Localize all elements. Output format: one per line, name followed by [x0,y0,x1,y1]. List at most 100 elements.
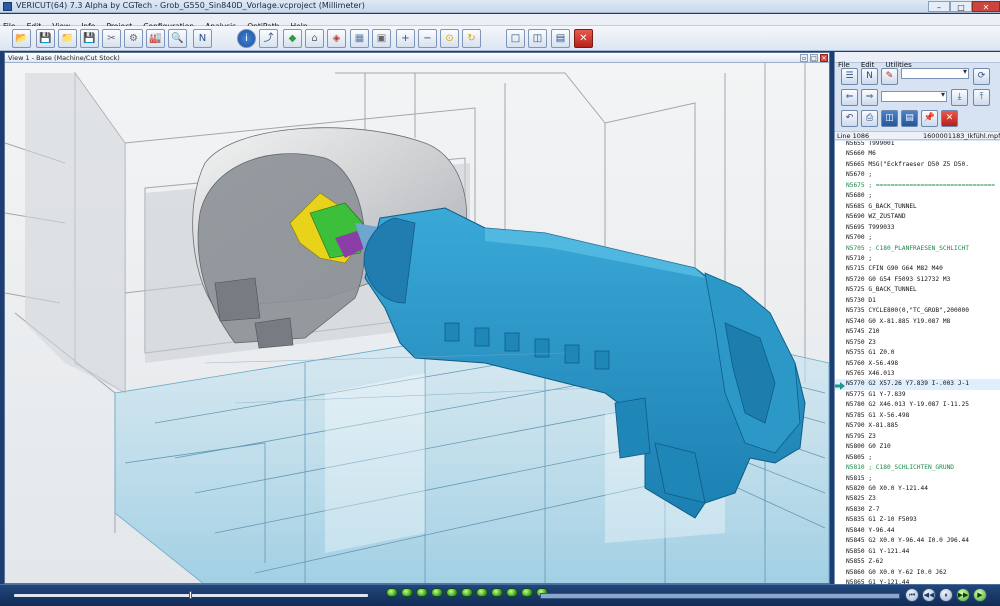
layout-single-icon[interactable]: □ [506,29,525,48]
code-line[interactable]: N5700 ; [835,233,1000,243]
fit-icon[interactable]: ⊙ [440,29,459,48]
code-line[interactable]: N5810 ; C180_SCHLICHTEN_GRUND [835,463,1000,473]
nc-list-icon[interactable]: ☰ [841,68,858,85]
code-line[interactable]: N5795 Z3 [835,432,1000,442]
search-up-icon[interactable]: ⤒ [973,89,990,106]
code-line[interactable]: N5705 ; C180_PLANFRAESEN_SCHLICHT [835,244,1000,254]
status-led [521,588,533,597]
zoom-in-icon[interactable]: + [396,29,415,48]
play-button[interactable]: ▶ [973,588,987,602]
code-line[interactable]: N5775 G1 Y-7.839 [835,390,1000,400]
step-back-icon[interactable]: ⇐ [841,89,858,106]
fixture-icon[interactable]: ▣ [372,29,391,48]
step-forward-icon[interactable]: ⇒ [861,89,878,106]
code-line[interactable]: N5790 X-81.885 [835,421,1000,431]
code-line[interactable]: N5760 X-56.498 [835,359,1000,369]
view-maximize-button[interactable]: □ [810,54,818,62]
code-line[interactable]: N5745 Z10 [835,327,1000,337]
nc-edit-icon[interactable]: ✎ [881,68,898,85]
nc-program-icon[interactable]: N [193,29,212,48]
nc-search-combo[interactable] [881,90,947,102]
code-line[interactable]: N5805 ; [835,453,1000,463]
code-line[interactable]: N5695 T999033 [835,223,1000,233]
optipath-icon[interactable]: ◆ [283,29,302,48]
code-line[interactable]: N5855 Z-62 [835,557,1000,567]
code-line[interactable]: N5685 G_BACK_TUNNEL [835,202,1000,212]
animation-speed-slider[interactable] [14,591,368,599]
code-line[interactable]: N5835 G1 Z-10 F5093 [835,515,1000,525]
code-line[interactable]: N5840 Y-96.44 [835,526,1000,536]
close-red-icon[interactable]: ✕ [574,29,593,48]
code-line[interactable]: N5750 Z3 [835,338,1000,348]
status-led [416,588,428,597]
toolpath-icon[interactable]: ⤴ [259,29,278,48]
code-line[interactable]: N5785 G1 X-56.498 [835,411,1000,421]
code-line[interactable]: N5660 M6 [835,149,1000,159]
code-line[interactable]: N5860 G0 X0.0 Y-62 I0.0 J62 [835,568,1000,578]
search-down-icon[interactable]: ⤓ [951,89,968,106]
code-line[interactable]: N5780 G2 X46.013 Y-19.087 I-11.25 [835,400,1000,410]
code-line[interactable]: N5665 MSG("Eckfraeser D50 Z5 D50. [835,160,1000,170]
code-line[interactable]: N5815 ; [835,474,1000,484]
undo-icon[interactable]: ↶ [841,110,858,127]
code-line[interactable]: N5715 CFIN G90 G64 M82 M40 [835,264,1000,274]
machine-icon[interactable]: 🏭 [146,29,165,48]
save-icon[interactable]: 💾 [36,29,55,48]
nc-file-combo[interactable] [901,67,969,79]
info-icon[interactable]: i [237,29,256,48]
layout-split-icon[interactable]: ◫ [881,110,898,127]
layout-horizontal-icon[interactable]: ▤ [551,29,570,48]
pause-button[interactable]: ⏸ [939,588,953,602]
code-line[interactable]: N5720 G0 G54 F5093 S12732 M3 [835,275,1000,285]
graphics-view[interactable]: View 1 - Base (Machine/Cut Stock) ▫ □ ✕ [4,52,830,584]
code-line[interactable]: N5755 G1 Z0.0 [835,348,1000,358]
code-line[interactable]: N5850 G1 Y-121.44 [835,547,1000,557]
layout-horizontal-icon[interactable]: ▤ [901,110,918,127]
code-line-current[interactable]: N5770 G2 X57.26 Y7.839 I-.003 J-1 [835,379,1000,390]
setup-icon[interactable]: ⚙ [124,29,143,48]
code-line[interactable]: N5725 G_BACK_TUNNEL [835,285,1000,295]
nc-code-list[interactable]: N5655 T999001 N5660 M6 N5665 MSG("Eckfraes… [835,141,1000,584]
code-line[interactable]: N5825 Z3 [835,494,1000,504]
pin-icon[interactable]: 📌 [921,110,938,127]
folder-icon[interactable]: 📁 [58,29,77,48]
zoom-out-icon[interactable]: − [418,29,437,48]
minimize-button[interactable]: – [928,1,950,12]
code-line[interactable]: N5765 X46.013 [835,369,1000,379]
panel-close-icon[interactable]: ✕ [941,110,958,127]
component-icon[interactable]: ⌂ [305,29,324,48]
maximize-button[interactable]: □ [950,1,972,12]
code-line[interactable]: N5820 G0 X0.0 Y-121.44 [835,484,1000,494]
view-restore-button[interactable]: ▫ [800,54,808,62]
code-line[interactable]: N5800 G0 Z10 [835,442,1000,452]
save-as-icon[interactable]: 💾 [80,29,99,48]
code-line[interactable]: N5690 WZ_ZUSTAND [835,212,1000,222]
code-line[interactable]: N5730 D1 [835,296,1000,306]
nc-refresh-icon[interactable]: ⟳ [973,68,990,85]
code-line[interactable]: N5710 ; [835,254,1000,264]
code-line[interactable]: N5735 CYCLE800(0,"TC_GROB",200000 [835,306,1000,316]
stock-icon[interactable]: ▦ [350,29,369,48]
slider-thumb[interactable] [189,591,192,599]
code-line[interactable]: N5680 ; [835,191,1000,201]
rewind-button[interactable]: ⏮ [905,588,919,602]
model-icon[interactable]: ◈ [327,29,346,48]
code-line[interactable]: N5845 G2 X0.0 Y-96.44 I0.0 J96.44 [835,536,1000,546]
code-line[interactable]: N5830 Z-7 [835,505,1000,515]
code-line[interactable]: N5675 ; ================================ [835,181,1000,191]
code-line[interactable]: N5670 ; [835,170,1000,180]
machine-scene[interactable] [5,63,829,584]
code-line[interactable]: N5740 G0 X-81.885 Y19.087 M8 [835,317,1000,327]
tools-icon[interactable]: ✂ [102,29,121,48]
view-close-button[interactable]: ✕ [820,54,828,62]
close-button[interactable]: ✕ [972,1,1000,12]
open-icon[interactable]: 📂 [12,29,31,48]
nc-file-icon[interactable]: N [861,68,878,85]
step-back-button[interactable]: ◀◀ [922,588,936,602]
reset-icon[interactable]: ↻ [462,29,481,48]
print-icon[interactable]: ⎙ [861,110,878,127]
code-line[interactable]: N5655 T999001 [835,141,1000,149]
magnify-icon[interactable]: 🔍 [168,29,187,48]
layout-split-icon[interactable]: ◫ [528,29,547,48]
step-forward-button[interactable]: ▶▶ [956,588,970,602]
